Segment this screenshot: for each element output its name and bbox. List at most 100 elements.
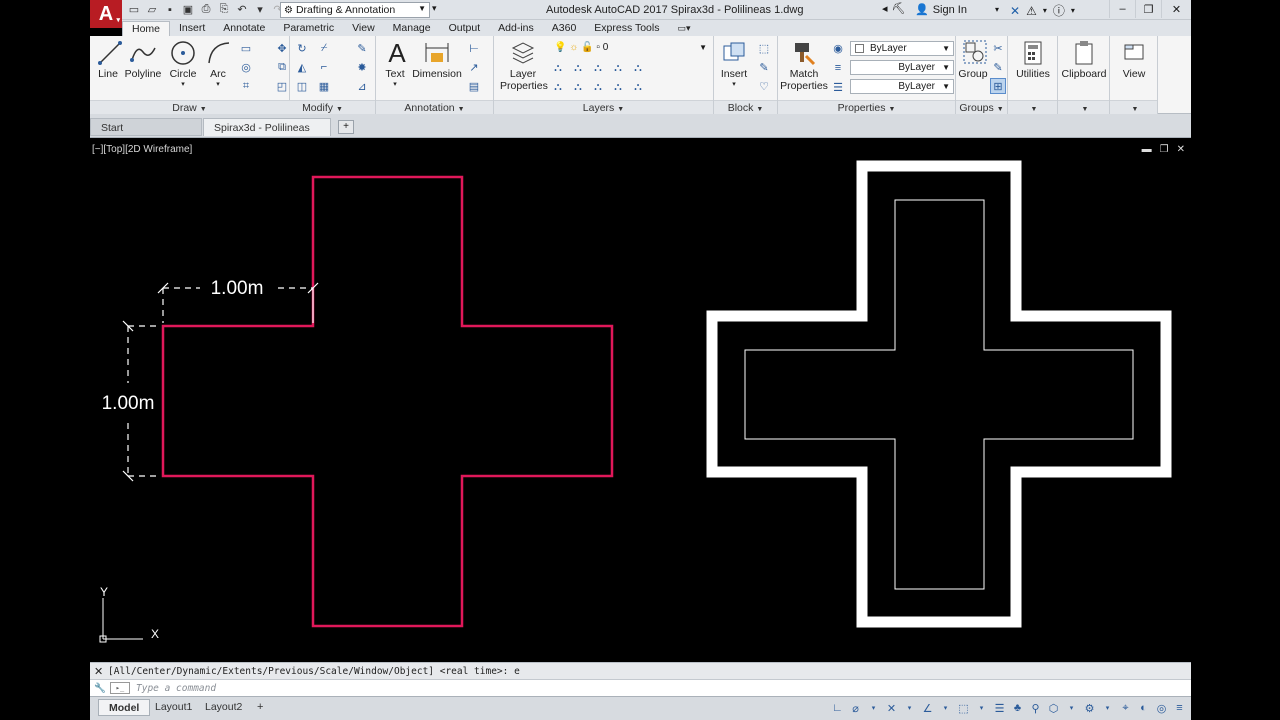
group-button[interactable]: Group xyxy=(958,38,988,80)
customization-menu-icon[interactable]: ≡ xyxy=(1172,700,1187,716)
maximize-button[interactable]: ❐ xyxy=(1135,0,1161,18)
chevron-down-icon[interactable]: ▾ xyxy=(1064,700,1079,716)
tab-layout1[interactable]: Layout1 xyxy=(145,699,202,716)
color-select[interactable]: ByLayer ▼ xyxy=(850,41,954,56)
prompt-icon[interactable]: ▸_ xyxy=(110,682,130,694)
workspace-select[interactable]: ⚙ Drafting & Annotation ▼ xyxy=(280,2,430,18)
rectangle-icon[interactable]: ▭ xyxy=(238,40,254,56)
tab-layout2[interactable]: Layout2 xyxy=(195,699,252,716)
layer-dropdown[interactable]: 💡 ☼ 🔓 ▫ 0 ▼ xyxy=(550,41,710,56)
ribbon-options-icon[interactable]: ▭▾ xyxy=(668,21,699,36)
lineweight-select[interactable]: ByLayer ▼ xyxy=(850,79,954,94)
minimize-icon[interactable]: ▬ xyxy=(1142,144,1152,155)
layer-tool-icon[interactable]: ⛬ xyxy=(630,60,646,76)
tab-output[interactable]: Output xyxy=(440,21,490,36)
selection-cycling-icon[interactable]: ⬚ xyxy=(956,700,971,716)
linetype-icon[interactable]: ≡ xyxy=(830,60,846,76)
layer-tool-icon[interactable]: ⛬ xyxy=(570,79,586,95)
edit-block-icon[interactable]: ✎ xyxy=(756,59,772,75)
chevron-down-icon[interactable]: ▾ xyxy=(938,700,953,716)
osnap-icon[interactable]: ✕ xyxy=(884,700,899,716)
help-icon[interactable]: ⓘ xyxy=(1053,2,1065,19)
block-panel-title[interactable]: Block ▼ xyxy=(714,100,777,114)
trim-icon[interactable]: ⌿ xyxy=(316,40,332,56)
save-icon[interactable]: ▪ xyxy=(162,2,178,17)
tab-view[interactable]: View xyxy=(343,21,384,36)
text-button[interactable]: A Text ▾ xyxy=(380,38,410,89)
tab-manage[interactable]: Manage xyxy=(384,21,440,36)
plot-icon[interactable]: ⎙ xyxy=(198,2,214,17)
restore-icon[interactable]: ❐ xyxy=(1160,144,1169,155)
group-selection-icon[interactable]: ⊞ xyxy=(990,78,1006,94)
exchange-icon[interactable]: ✕ xyxy=(1010,4,1020,18)
copy-icon[interactable]: ⧉ xyxy=(274,59,290,75)
new-tab-button[interactable]: + xyxy=(338,120,354,134)
chevron-down-icon[interactable]: ▾ xyxy=(902,700,917,716)
lineweight-icon[interactable]: ☰ xyxy=(830,79,846,95)
close-icon[interactable]: ✕ xyxy=(1177,144,1185,155)
annotation-scale-icon[interactable]: ⚲ xyxy=(1028,700,1043,716)
wrench-icon[interactable]: 🔧 xyxy=(94,680,106,697)
utilities-panel-dropdown[interactable]: ▼ xyxy=(1008,100,1057,114)
attribute-icon[interactable]: ♡ xyxy=(756,78,772,94)
layer-tool-icon[interactable]: ⛬ xyxy=(570,60,586,76)
line-button[interactable]: Line xyxy=(93,38,123,80)
a360-icon[interactable]: ⚠ xyxy=(1026,4,1037,18)
scale-icon[interactable]: ◫ xyxy=(294,78,310,94)
minimize-button[interactable]: – xyxy=(1109,0,1135,18)
tab-start[interactable]: Start xyxy=(90,118,202,136)
layer-tool-icon[interactable]: ⛬ xyxy=(610,79,626,95)
tab-home[interactable]: Home xyxy=(122,21,171,36)
sign-in-button[interactable]: 👤 Sign In ▾ xyxy=(915,3,999,17)
group-edit-icon[interactable]: ✎ xyxy=(990,59,1006,75)
annotation-panel-title[interactable]: Annotation ▼ xyxy=(376,100,493,114)
tab-express-tools[interactable]: Express Tools xyxy=(585,21,668,36)
move-icon[interactable]: ✥ xyxy=(274,40,290,56)
command-input[interactable]: 🔧 ▸_ Type a command xyxy=(90,679,1191,696)
fillet-icon[interactable]: ⌐ xyxy=(316,59,332,75)
layer-tool-icon[interactable]: ⛬ xyxy=(550,60,566,76)
layer-tool-icon[interactable]: ⛬ xyxy=(630,79,646,95)
modify-panel-title[interactable]: Modify ▼ xyxy=(270,100,375,114)
layer-tool-icon[interactable]: ⛬ xyxy=(610,60,626,76)
groups-panel-title[interactable]: Groups ▼ xyxy=(956,100,1007,114)
clipboard-panel-dropdown[interactable]: ▼ xyxy=(1058,100,1109,114)
binoculars-icon[interactable]: ⛏ xyxy=(892,2,906,15)
polyline-cross[interactable] xyxy=(161,175,614,628)
new-icon[interactable]: ▭ xyxy=(126,2,142,17)
insert-button[interactable]: Insert ▾ xyxy=(716,38,752,88)
chevron-down-icon[interactable]: ▾ xyxy=(866,700,881,716)
color-wheel-icon[interactable]: ◉ xyxy=(830,40,846,56)
tab-drawing[interactable]: Spirax3d - Polilineas 1*✕ xyxy=(203,118,331,152)
leader-icon[interactable]: ↗ xyxy=(466,59,482,75)
tab-parametric[interactable]: Parametric xyxy=(274,21,343,36)
view-panel-dropdown[interactable]: ▼ xyxy=(1110,100,1157,114)
hardware-acceleration-icon[interactable]: ◎ xyxy=(1154,700,1169,716)
qat-customize-icon[interactable]: ▾ xyxy=(432,3,437,14)
tab-add-ins[interactable]: Add-ins xyxy=(489,21,543,36)
left-arrow-icon[interactable]: ◂ xyxy=(882,2,888,15)
match-properties-button[interactable]: Match Properties xyxy=(780,38,828,92)
offset-cross-outer[interactable] xyxy=(706,160,1172,628)
units-icon[interactable]: ⌖ xyxy=(1118,700,1133,716)
boundary-icon[interactable]: ⌗ xyxy=(238,78,254,94)
draw-panel-title[interactable]: Draw ▼ xyxy=(90,100,289,114)
tab-model[interactable]: Model xyxy=(98,699,151,716)
chevron-down-icon[interactable]: ▾ xyxy=(974,700,989,716)
ortho-icon[interactable]: ∟ xyxy=(830,700,845,716)
polyline-button[interactable]: Polyline xyxy=(123,38,163,80)
mirror-icon[interactable]: ◭ xyxy=(294,59,310,75)
layer-properties-button[interactable]: Layer Properties xyxy=(500,38,548,92)
clipboard-button[interactable]: Clipboard xyxy=(1058,38,1110,80)
circle-button[interactable]: Circle ▾ xyxy=(166,38,200,88)
application-menu-button[interactable]: A ▾ xyxy=(90,0,122,28)
drawing-area[interactable]: 1.00m 1.00m X Y [−][Top][2D Wireframe] ▬… xyxy=(90,138,1191,654)
chevron-down-icon[interactable]: ▾ xyxy=(1043,6,1047,15)
viewport-controls[interactable]: [−][Top][2D Wireframe] xyxy=(92,144,192,155)
workspace-switch-icon[interactable]: ⬡ xyxy=(1046,700,1061,716)
layer-tool-icon[interactable]: ⛬ xyxy=(590,79,606,95)
linear-dim-icon[interactable]: ⊢ xyxy=(466,40,482,56)
erase-icon[interactable]: ✎ xyxy=(354,40,370,56)
utilities-button[interactable]: Utilities xyxy=(1008,38,1058,80)
chevron-down-icon[interactable]: ▾ xyxy=(1100,700,1115,716)
